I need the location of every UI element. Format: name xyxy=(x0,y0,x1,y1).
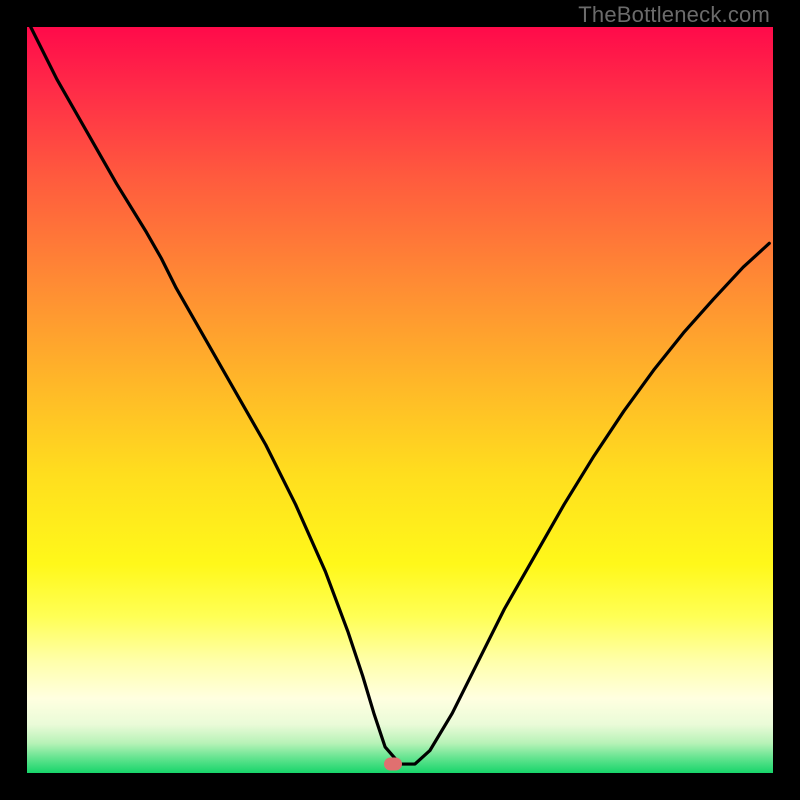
chart-stage: TheBottleneck.com xyxy=(0,0,800,800)
minimum-marker xyxy=(384,758,402,771)
watermark-text: TheBottleneck.com xyxy=(578,2,770,28)
plot-area xyxy=(27,27,773,773)
bottleneck-curve xyxy=(31,27,770,764)
curve-layer xyxy=(27,27,773,773)
